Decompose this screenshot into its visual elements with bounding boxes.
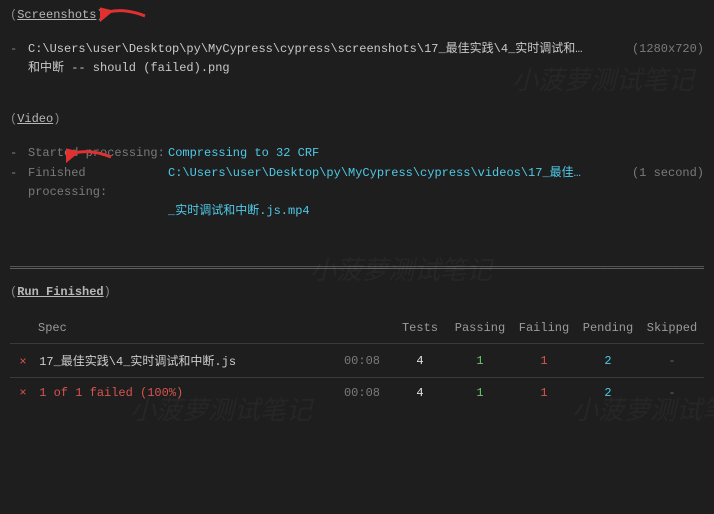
summary-text: 1 of 1 failed (100%) bbox=[39, 386, 183, 400]
screenshot-dimensions: (1280x720) bbox=[622, 40, 704, 59]
col-skipped: Skipped bbox=[640, 313, 704, 344]
results-header-row: Spec Tests Passing Failing Pending Skipp… bbox=[10, 313, 704, 344]
col-pending: Pending bbox=[576, 313, 640, 344]
results-table: Spec Tests Passing Failing Pending Skipp… bbox=[10, 313, 704, 408]
spec-time: 00:08 bbox=[332, 344, 392, 378]
video-started-line: - Started processing: Compressing to 32 … bbox=[10, 144, 704, 163]
col-tests: Tests bbox=[392, 313, 448, 344]
table-row: × 17_最佳实践\4_实时调试和中断.js 00:08 4 1 1 2 - bbox=[10, 344, 704, 378]
col-passing: Passing bbox=[448, 313, 512, 344]
screenshots-heading: (Screenshots) bbox=[10, 8, 704, 22]
summary-failing: 1 bbox=[512, 378, 576, 409]
fail-x-icon: × bbox=[14, 386, 32, 400]
video-finished-line: - Finished processing: C:\Users\user\Des… bbox=[10, 164, 704, 202]
run-finished-heading: (Run Finished) bbox=[10, 285, 704, 299]
summary-tests: 4 bbox=[392, 378, 448, 409]
fail-x-icon: × bbox=[14, 355, 32, 369]
passing-count: 1 bbox=[448, 344, 512, 378]
summary-passing: 1 bbox=[448, 378, 512, 409]
divider-line: ════════════════════════════════════════… bbox=[10, 261, 704, 275]
video-output-path: C:\Users\user\Desktop\py\MyCypress\cypre… bbox=[168, 164, 581, 183]
screenshot-entry-cont: 和中断 -- should (failed).png bbox=[10, 59, 704, 78]
failing-count: 1 bbox=[512, 344, 576, 378]
video-heading: (Video) bbox=[10, 112, 704, 126]
screenshot-entry: - C:\Users\user\Desktop\py\MyCypress\cyp… bbox=[10, 40, 704, 59]
screenshot-path: C:\Users\user\Desktop\py\MyCypress\cypre… bbox=[28, 40, 622, 59]
skipped-count: - bbox=[640, 344, 704, 378]
spec-name: 17_最佳实践\4_实时调试和中断.js bbox=[39, 355, 236, 369]
pending-count: 2 bbox=[576, 344, 640, 378]
video-finished-line-cont: _实时调试和中断.js.mp4 bbox=[10, 202, 704, 221]
summary-row: × 1 of 1 failed (100%) 00:08 4 1 1 2 - bbox=[10, 378, 704, 409]
video-compress-info: Compressing to 32 CRF bbox=[168, 144, 319, 163]
summary-time: 00:08 bbox=[332, 378, 392, 409]
video-duration: (1 second) bbox=[622, 164, 704, 183]
summary-pending: 2 bbox=[576, 378, 640, 409]
tests-count: 4 bbox=[392, 344, 448, 378]
col-spec: Spec bbox=[10, 313, 332, 344]
summary-skipped: - bbox=[640, 378, 704, 409]
col-failing: Failing bbox=[512, 313, 576, 344]
